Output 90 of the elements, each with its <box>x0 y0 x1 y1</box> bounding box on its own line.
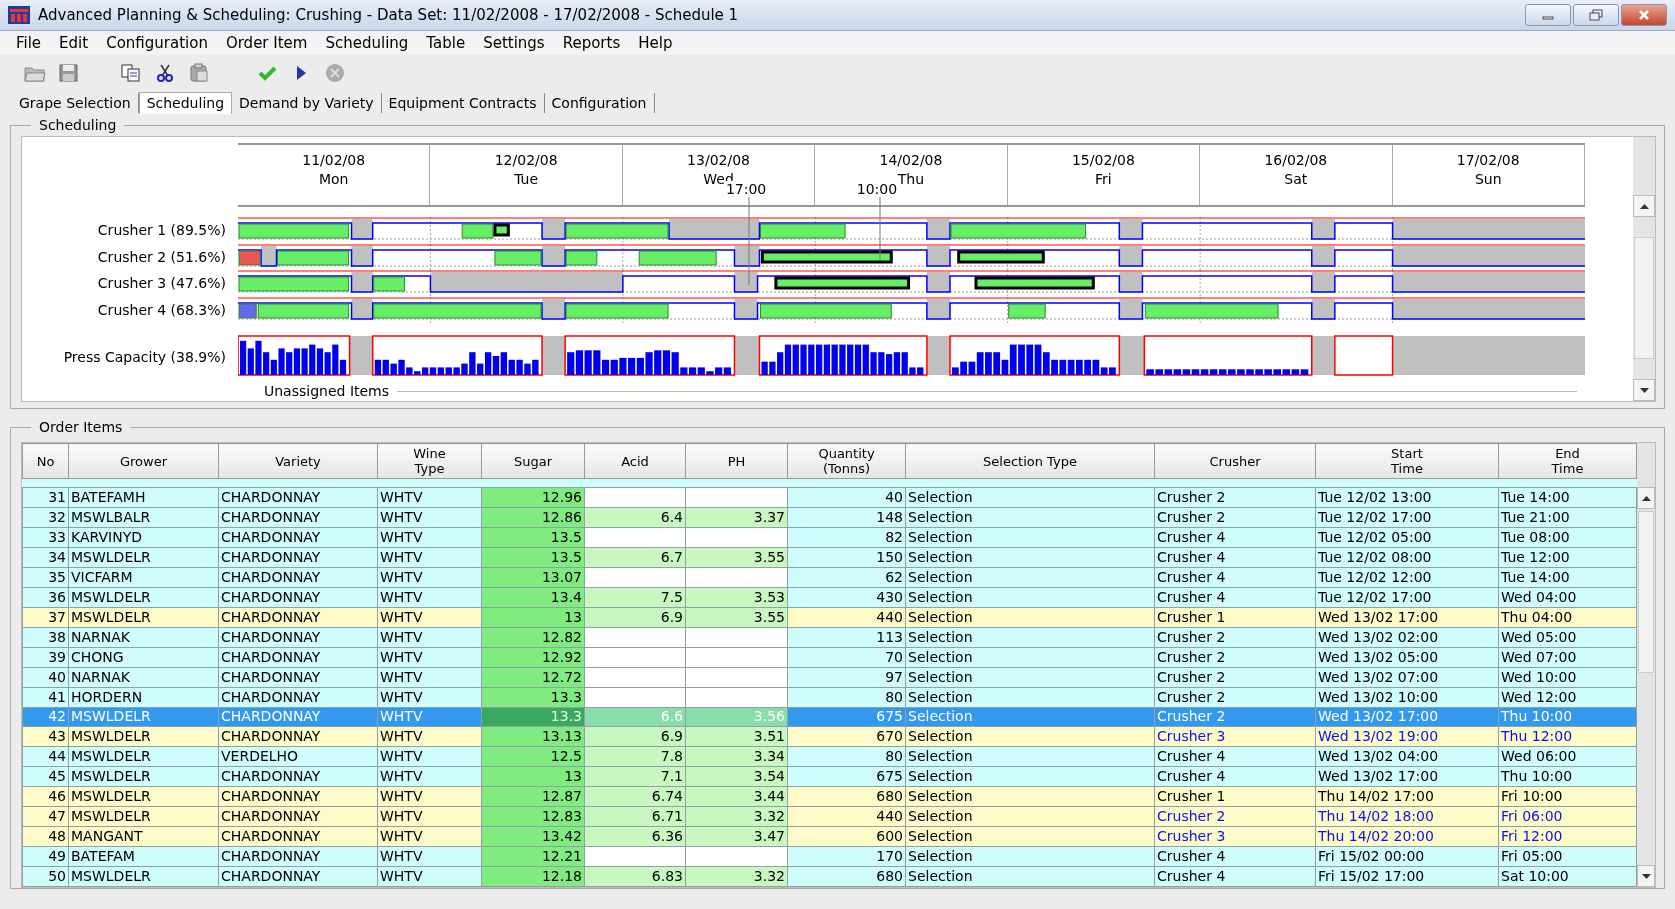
menu-item[interactable]: File <box>8 32 50 54</box>
column-header[interactable]: PH <box>685 443 788 479</box>
column-header[interactable]: Acid <box>584 443 686 479</box>
table-cell: WHTV <box>377 487 482 508</box>
table-cell: Tue 12/02 13:00 <box>1315 487 1499 508</box>
scroll-down-icon[interactable] <box>1639 387 1649 393</box>
resource-label: Crusher 3 (47.6%) <box>96 274 227 294</box>
table-cell[interactable]: 35 <box>22 567 69 588</box>
table-cell: CHARDONNAY <box>218 487 378 508</box>
close-icon <box>1638 9 1650 21</box>
table-cell[interactable]: 43 <box>22 726 69 747</box>
scroll-down-icon[interactable] <box>1641 873 1651 879</box>
menu-item[interactable]: Settings <box>475 32 553 54</box>
day-date: 11/02/08 <box>302 151 366 170</box>
resource-label: Press Capacity (38.9%) <box>62 348 227 367</box>
column-header[interactable]: Quantity (Tonns) <box>787 443 906 479</box>
tab[interactable]: Equipment Contracts <box>381 93 545 113</box>
app-icon <box>8 6 30 24</box>
menu-item[interactable]: Order Item <box>217 32 316 54</box>
menu-item[interactable]: Help <box>630 32 681 54</box>
table-cell[interactable]: 39 <box>22 647 69 668</box>
table-cell[interactable]: 45 <box>22 766 69 787</box>
day-name: Mon <box>318 170 349 189</box>
day-date: 15/02/08 <box>1071 151 1135 170</box>
table-cell[interactable]: 36 <box>22 587 69 608</box>
menu-item[interactable]: Edit <box>51 32 97 54</box>
restore-icon <box>1589 9 1603 21</box>
column-header[interactable]: Grower <box>68 443 219 479</box>
menu-item[interactable]: Configuration <box>98 32 216 54</box>
day-name: Sat <box>1284 170 1308 189</box>
day-name: Tue <box>514 170 539 189</box>
table-cell[interactable]: 40 <box>22 667 69 688</box>
day-name: Fri <box>1095 170 1112 189</box>
day-date: 17/02/08 <box>1456 151 1520 170</box>
column-header[interactable]: Wine Type <box>377 443 482 479</box>
minimize-button[interactable] <box>1525 4 1571 26</box>
table-cell[interactable]: 48 <box>22 826 69 847</box>
unassigned-items-label[interactable]: Unassigned Items <box>238 383 390 399</box>
column-header[interactable]: End Time <box>1498 443 1637 479</box>
column-header[interactable]: Crusher <box>1154 443 1316 479</box>
day-date: 13/02/08 <box>687 151 750 170</box>
day-date: 12/02/08 <box>494 151 558 170</box>
table-cell[interactable]: 41 <box>22 687 69 707</box>
menu-item[interactable]: Table <box>418 32 474 54</box>
scroll-up-icon[interactable] <box>1639 203 1649 209</box>
table-cell[interactable]: 46 <box>22 786 69 807</box>
day-date: 14/02/08 <box>879 151 943 170</box>
table-cell[interactable]: 47 <box>22 806 69 827</box>
restore-button[interactable] <box>1573 4 1619 26</box>
resource-label: Crusher 4 (68.3%) <box>96 300 227 320</box>
column-header[interactable]: Start Time <box>1315 443 1499 479</box>
resource-label: Crusher 1 (89.5%) <box>96 221 227 241</box>
table-cell: Crusher 2 <box>1154 487 1316 508</box>
table-cell: BATEFAMH <box>68 487 219 508</box>
menu-item[interactable]: Scheduling <box>317 32 417 54</box>
column-header[interactable]: No <box>22 443 69 479</box>
day-date: 16/02/08 <box>1264 151 1328 170</box>
group-title: Scheduling <box>31 117 125 133</box>
table-cell[interactable]: 44 <box>22 746 69 767</box>
column-header[interactable]: Sugar <box>481 443 585 479</box>
time-marker-line <box>879 197 881 261</box>
table-cell[interactable]: 31 <box>22 487 69 508</box>
tab[interactable]: Grape Selection <box>12 93 139 113</box>
menu-item[interactable]: Reports <box>554 32 629 54</box>
tab[interactable]: Configuration <box>544 93 655 113</box>
column-header[interactable]: Variety <box>218 443 378 479</box>
vertical-scrollbar[interactable] <box>1633 137 1655 401</box>
column-header[interactable]: Selection Type <box>905 443 1155 479</box>
table-cell: 12.96 <box>481 487 585 508</box>
tab[interactable]: Scheduling <box>138 92 233 114</box>
table-cell[interactable]: 50 <box>22 866 69 887</box>
vertical-scrollbar[interactable] <box>1637 443 1655 887</box>
resource-label: Crusher 2 (51.6%) <box>96 247 227 267</box>
scroll-up-icon[interactable] <box>1641 495 1651 501</box>
table-cell[interactable]: 33 <box>22 527 69 548</box>
table-cell[interactable]: 49 <box>22 846 69 867</box>
day-name: Thu <box>897 170 925 189</box>
table-cell: Selection <box>905 487 1155 508</box>
table-cell[interactable]: 34 <box>22 547 69 568</box>
day-name: Sun <box>1474 170 1502 189</box>
table-cell[interactable]: 37 <box>22 607 69 628</box>
close-button[interactable] <box>1621 4 1667 26</box>
time-marker: 10:00 <box>856 181 898 197</box>
table-cell: 40 <box>787 487 906 508</box>
window-title: Advanced Planning & Scheduling: Crushing - Data Set: 11/02/2008 - 17/02/2008 - Schedule 1 <box>38 6 740 24</box>
table-cell[interactable]: 32 <box>22 507 69 528</box>
group-title: Order Items <box>31 419 131 435</box>
table-cell[interactable]: 38 <box>22 627 69 648</box>
table-cell: Tue 14:00 <box>1498 487 1637 508</box>
tab[interactable]: Demand by Variety <box>232 93 382 113</box>
